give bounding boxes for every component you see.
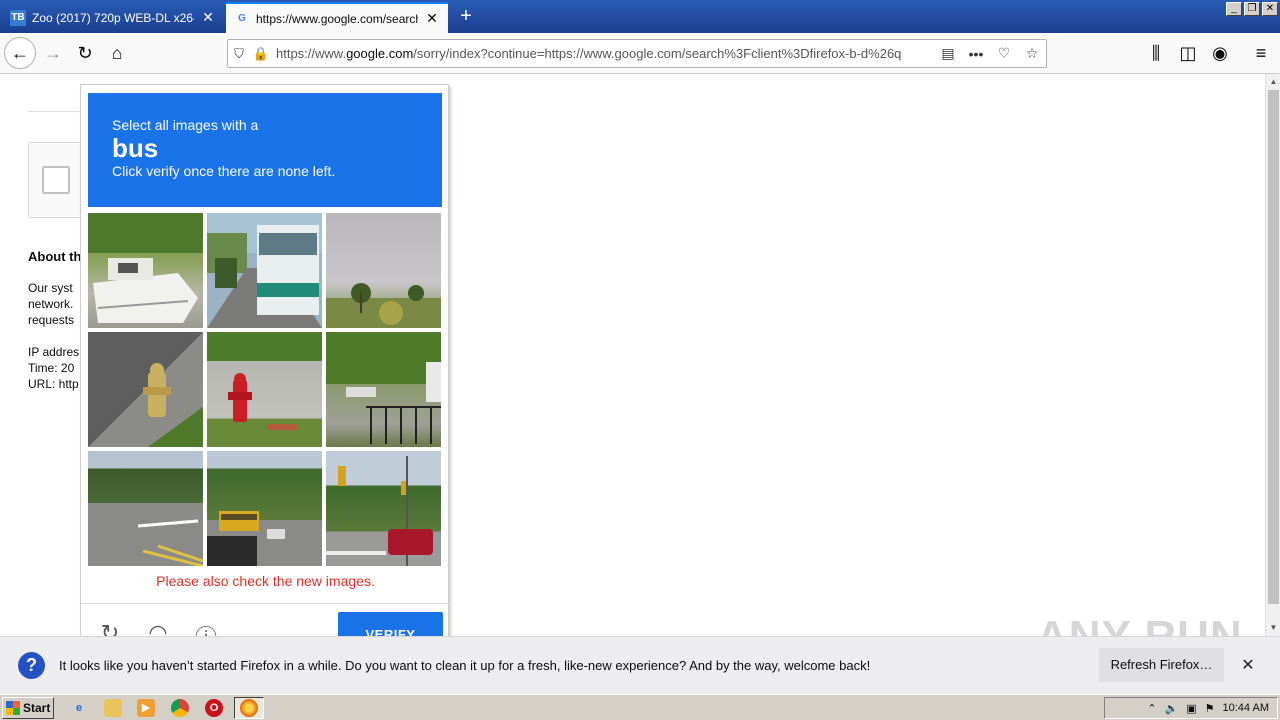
menu-icon[interactable]: ≡ — [1246, 38, 1276, 68]
shield-icon[interactable]: ⛉ — [228, 46, 250, 62]
forward-button[interactable]: → — [38, 38, 68, 68]
close-window-icon[interactable]: ✕ — [1262, 2, 1278, 16]
scroll-thumb[interactable] — [1268, 90, 1279, 604]
recaptcha-checkbox[interactable] — [42, 166, 70, 194]
system-tray: ⌃ 🔈 ▣ ⚑ 10:44 AM — [1104, 697, 1278, 719]
clock: 10:44 AM — [1222, 702, 1269, 714]
about-line: network. — [28, 297, 74, 311]
close-notification-icon[interactable]: ✕ — [1238, 655, 1258, 675]
tab-title: https://www.google.com/search?c — [256, 11, 418, 26]
taskbar: Start e ▶ O ⌃ 🔈 ▣ ⚑ 10:44 AM — [0, 694, 1280, 720]
hydrant-image — [228, 373, 297, 430]
start-button[interactable]: Start — [2, 697, 54, 719]
tab-bar: TB Zoo (2017) 720p WEB-DL x264 ESub ✕ G … — [0, 0, 1280, 33]
divider — [28, 111, 88, 112]
audio-challenge-icon[interactable]: ◠ — [145, 620, 171, 636]
challenge-header: Select all images with a bus Click verif… — [88, 93, 442, 207]
page-actions-icon[interactable]: ••• — [962, 46, 990, 62]
firefox-icon — [240, 699, 258, 717]
windows-logo-icon — [6, 701, 20, 715]
tab-zoo[interactable]: TB Zoo (2017) 720p WEB-DL x264 ESub ✕ — [2, 2, 224, 33]
challenge-subtitle: Select all images with a — [112, 117, 259, 133]
chrome-icon[interactable] — [171, 699, 189, 717]
image-tile-road[interactable] — [88, 451, 203, 566]
image-grid — [88, 213, 442, 567]
question-icon: ? — [18, 652, 45, 679]
close-tab-icon[interactable]: ✕ — [424, 10, 440, 27]
image-tile-bus[interactable] — [207, 213, 322, 328]
intersection-image — [326, 456, 433, 566]
home-button[interactable]: ⌂ — [102, 38, 132, 68]
notification-bar: ? It looks like you haven’t started Fire… — [0, 636, 1280, 694]
boat-image — [88, 213, 203, 323]
close-tab-icon[interactable]: ✕ — [200, 9, 216, 26]
info-line: IP addres — [28, 345, 80, 359]
scroll-up-icon[interactable]: ▲ — [1266, 74, 1280, 89]
image-tile-street-fence[interactable] — [326, 332, 441, 447]
network-icon[interactable]: ▣ — [1186, 702, 1196, 715]
image-tile-boat[interactable] — [88, 213, 203, 328]
image-tile-intersection[interactable] — [326, 451, 441, 566]
account-icon[interactable]: ◉ — [1205, 38, 1235, 68]
notification-message: It looks like you haven’t started Firefo… — [59, 658, 871, 673]
nav-bar: ← → ↻ ⌂ ⛉ 🔒 https://www.google.com/sorry… — [0, 33, 1280, 74]
hydrant-image — [143, 363, 203, 447]
scrollbar[interactable]: ▲ ▼ — [1265, 74, 1280, 636]
verify-button[interactable]: VERIFY — [338, 612, 443, 636]
volume-icon[interactable]: 🔈 — [1165, 702, 1179, 715]
reload-challenge-icon[interactable]: ↻ — [97, 620, 123, 636]
page-content: About th Our syst network. requests IP a… — [0, 74, 1265, 636]
google-favicon-icon: G — [238, 13, 246, 24]
challenge-hint: Click verify once there are none left. — [112, 163, 336, 179]
pocket-icon[interactable]: ♡ — [990, 45, 1018, 62]
palm-trees-image — [326, 283, 441, 328]
scroll-down-icon[interactable]: ▼ — [1266, 620, 1280, 635]
firefox-taskbar-button[interactable] — [234, 697, 264, 719]
about-heading: About th — [28, 249, 82, 264]
opera-icon[interactable]: O — [205, 699, 223, 717]
image-tile-hydrant-yellow[interactable] — [88, 332, 203, 447]
about-line: Our syst — [28, 281, 73, 295]
library-icon[interactable]: ⫼ — [1141, 38, 1171, 68]
folder-icon[interactable] — [104, 699, 122, 717]
street-image — [346, 362, 441, 444]
flag-icon[interactable]: ⚑ — [1205, 702, 1215, 715]
info-icon[interactable]: ⓘ — [193, 620, 219, 636]
lock-icon[interactable]: 🔒 — [250, 46, 272, 62]
image-tile-palm-trees[interactable] — [326, 213, 441, 328]
restore-icon[interactable]: ❐ — [1244, 2, 1260, 16]
ie-icon[interactable]: e — [70, 699, 88, 717]
reader-view-icon[interactable]: ▤ — [934, 45, 962, 62]
media-player-icon[interactable]: ▶ — [137, 699, 155, 717]
info-line: URL: http — [28, 377, 79, 391]
minimize-icon[interactable]: _ — [1226, 2, 1242, 16]
new-tab-button[interactable]: + — [455, 4, 477, 28]
challenge-footer: ↻ ◠ ⓘ VERIFY — [81, 603, 450, 636]
refresh-firefox-button[interactable]: Refresh Firefox… — [1099, 648, 1224, 682]
torrent-favicon-icon: TB — [10, 9, 26, 26]
image-tile-hydrant-red[interactable] — [207, 332, 322, 447]
challenge-target: bus — [112, 133, 159, 163]
url-bar[interactable]: ⛉ 🔒 https://www.google.com/sorry/index?c… — [227, 39, 1047, 68]
reload-button[interactable]: ↻ — [70, 38, 100, 68]
recaptcha-widget — [28, 142, 88, 218]
window-controls: _ ❐ ✕ — [1226, 2, 1278, 16]
tab-google[interactable]: G https://www.google.com/search?c ✕ — [226, 2, 448, 33]
image-tile-school-bus[interactable] — [207, 451, 322, 566]
tab-title: Zoo (2017) 720p WEB-DL x264 ESub — [32, 10, 194, 25]
captcha-challenge: Select all images with a bus Click verif… — [80, 84, 450, 636]
start-label: Start — [23, 701, 51, 715]
challenge-error: Please also check the new images. — [156, 573, 375, 589]
back-button[interactable]: ← — [4, 37, 36, 69]
about-line: requests — [28, 313, 75, 327]
bookmark-star-icon[interactable]: ☆ — [1018, 45, 1046, 62]
url-text[interactable]: https://www.google.com/sorry/index?conti… — [272, 46, 934, 61]
bus-image — [207, 213, 322, 328]
road-image — [137, 519, 203, 566]
info-line: Time: 20 — [28, 361, 75, 375]
school-bus-image — [207, 511, 285, 566]
tray-expand-icon[interactable]: ⌃ — [1147, 702, 1156, 715]
sidebar-icon[interactable]: ◫ — [1173, 38, 1203, 68]
